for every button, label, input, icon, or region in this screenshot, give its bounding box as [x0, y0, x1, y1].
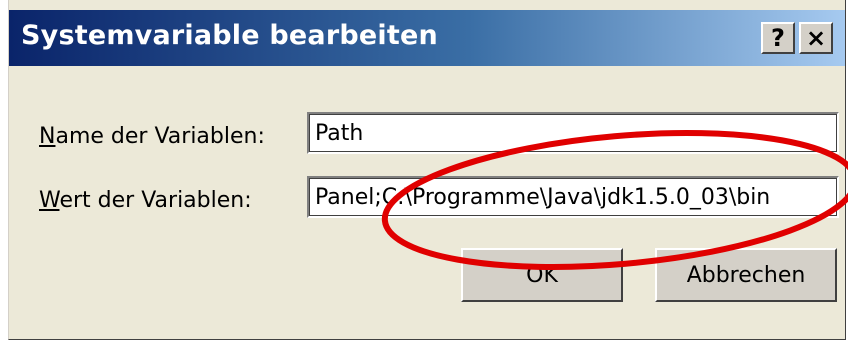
close-button[interactable]: ×: [799, 22, 833, 54]
name-field[interactable]: [307, 112, 839, 154]
close-icon: ×: [805, 24, 827, 52]
name-label: Name der Variablen:: [39, 124, 265, 149]
cancel-button[interactable]: Abbrechen: [655, 248, 837, 302]
ok-button[interactable]: OK: [461, 248, 623, 302]
value-label: Wert der Variablen:: [39, 188, 252, 213]
dialog-window: Systemvariable bearbeiten ? × Name der V…: [8, 0, 846, 340]
name-label-accesskey: N: [39, 124, 56, 149]
value-field[interactable]: [307, 176, 839, 218]
help-button[interactable]: ?: [761, 22, 795, 54]
value-label-accesskey: W: [39, 188, 60, 213]
help-icon: ?: [771, 24, 785, 52]
value-label-text: ert der Variablen:: [59, 188, 252, 213]
name-label-text: ame der Variablen:: [55, 124, 265, 149]
title-bar[interactable]: Systemvariable bearbeiten ? ×: [9, 10, 845, 66]
name-input[interactable]: [315, 116, 835, 150]
window-title: Systemvariable bearbeiten: [21, 20, 438, 51]
cancel-button-label: Abbrechen: [686, 262, 806, 288]
value-input[interactable]: [315, 180, 835, 214]
ok-button-label: OK: [526, 262, 558, 288]
